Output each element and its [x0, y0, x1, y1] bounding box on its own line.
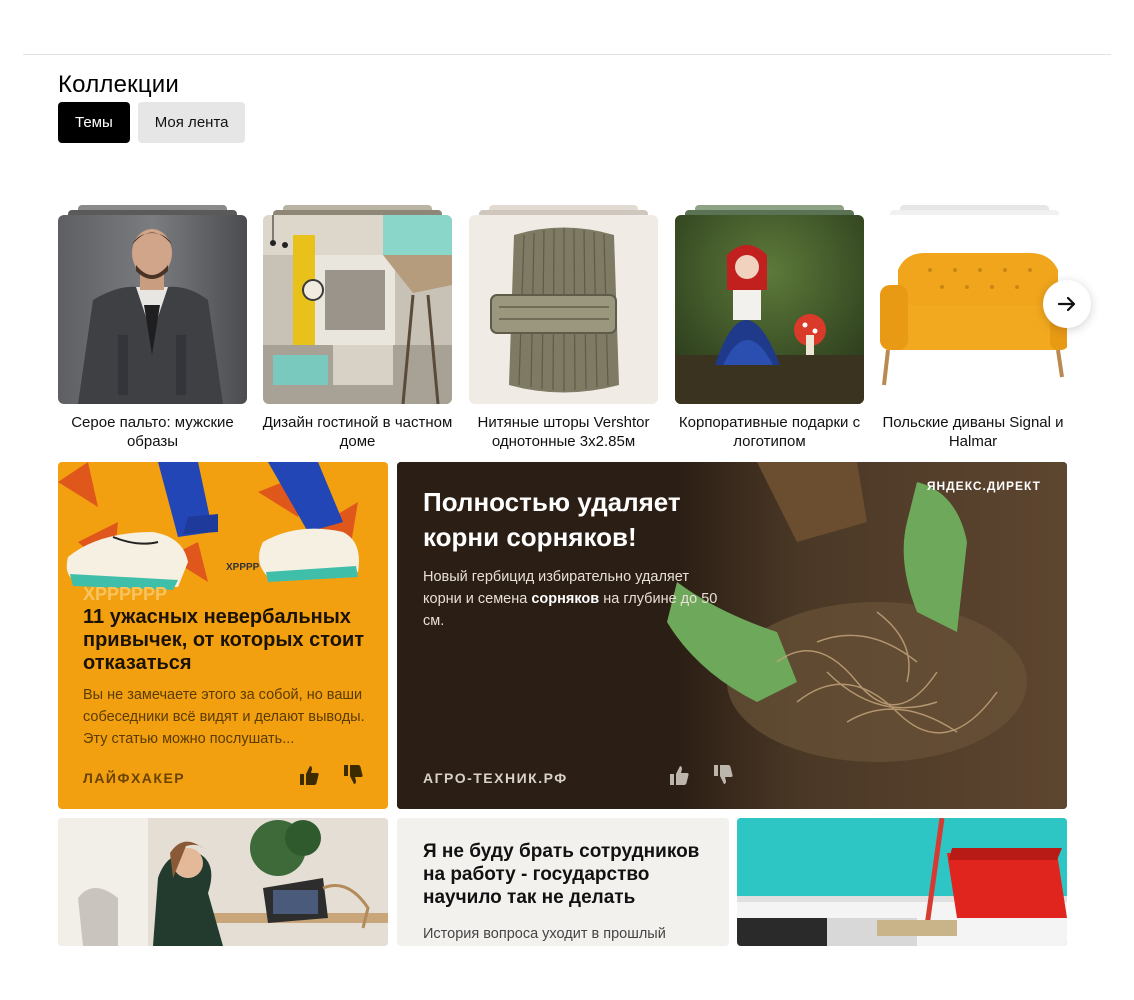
- tabs: Темы Моя лента: [58, 102, 246, 143]
- living-room-photo: [263, 215, 452, 404]
- article-title: 11 ужасных невербальных привычек, от кот…: [83, 606, 365, 674]
- collections-carousel: Серое пальто: мужские образы Дизайн гост…: [58, 200, 1067, 455]
- article-illustration: XPPPP XPPPPPP: [58, 462, 359, 602]
- man-coat-photo: [58, 215, 247, 404]
- thumbs-down-icon[interactable]: [342, 764, 364, 786]
- doll-photo: [675, 215, 864, 404]
- reaction-buttons: [298, 764, 364, 786]
- top-divider: [23, 54, 1111, 55]
- svg-text:XPPPPPP: XPPPPPP: [83, 584, 167, 602]
- woman-laptop-photo: [58, 818, 388, 946]
- article-source[interactable]: ЛАЙФХАКЕР: [83, 770, 185, 786]
- yellow-sofa-photo: [880, 215, 1067, 404]
- thumbs-up-icon[interactable]: [298, 764, 320, 786]
- article-card[interactable]: XPPPP XPPPPPP 11 ужасных невербальных пр…: [58, 462, 388, 809]
- reaction-buttons: [668, 764, 734, 786]
- ad-text: Новый гербицид избирательно удаляет корн…: [423, 569, 718, 629]
- collection-caption: Корпоративные подарки с логотипом: [678, 414, 861, 450]
- carousel-next-button[interactable]: [1043, 280, 1091, 328]
- thumbs-up-icon[interactable]: [668, 764, 690, 786]
- article-card[interactable]: Я не буду брать сотрудников на работу - …: [397, 818, 729, 946]
- collection-caption: Польские диваны Signal и Halmar: [882, 414, 1064, 450]
- page-title: Коллекции: [58, 71, 180, 98]
- thread-curtain-photo: [469, 215, 658, 404]
- thumbs-down-icon[interactable]: [712, 764, 734, 786]
- arrow-right-icon: [1057, 296, 1076, 312]
- collection-caption: Серое пальто: мужские образы: [71, 414, 234, 450]
- ad-label: ЯНДЕКС.ДИРЕКТ: [926, 479, 1041, 493]
- collection-caption: Дизайн гостиной в частном доме: [262, 414, 453, 450]
- article-snippet: История вопроса уходит в прошлый: [423, 926, 666, 942]
- cleaning-photo: [737, 818, 1067, 946]
- ad-card[interactable]: ЯНДЕКС.ДИРЕКТ Полностью удаляет корни со…: [397, 462, 1067, 809]
- article-card[interactable]: [737, 818, 1067, 946]
- svg-text:XPPPP: XPPPP: [226, 562, 260, 573]
- tab-themes[interactable]: Темы: [58, 102, 130, 143]
- ad-source[interactable]: АГРО-ТЕХНИК.РФ: [423, 770, 568, 786]
- ad-title: Полностью удаляет корни сорняков!: [423, 487, 681, 552]
- collection-caption: Нитяные шторы Vershtor однотонные 3х2.85…: [477, 414, 650, 450]
- article-title: Я не буду брать сотрудников на работу - …: [423, 841, 700, 908]
- article-snippet: Вы не замечаете этого за собой, но ваши …: [83, 687, 365, 747]
- tab-my-feed[interactable]: Моя лента: [137, 102, 246, 143]
- article-card[interactable]: [58, 818, 388, 946]
